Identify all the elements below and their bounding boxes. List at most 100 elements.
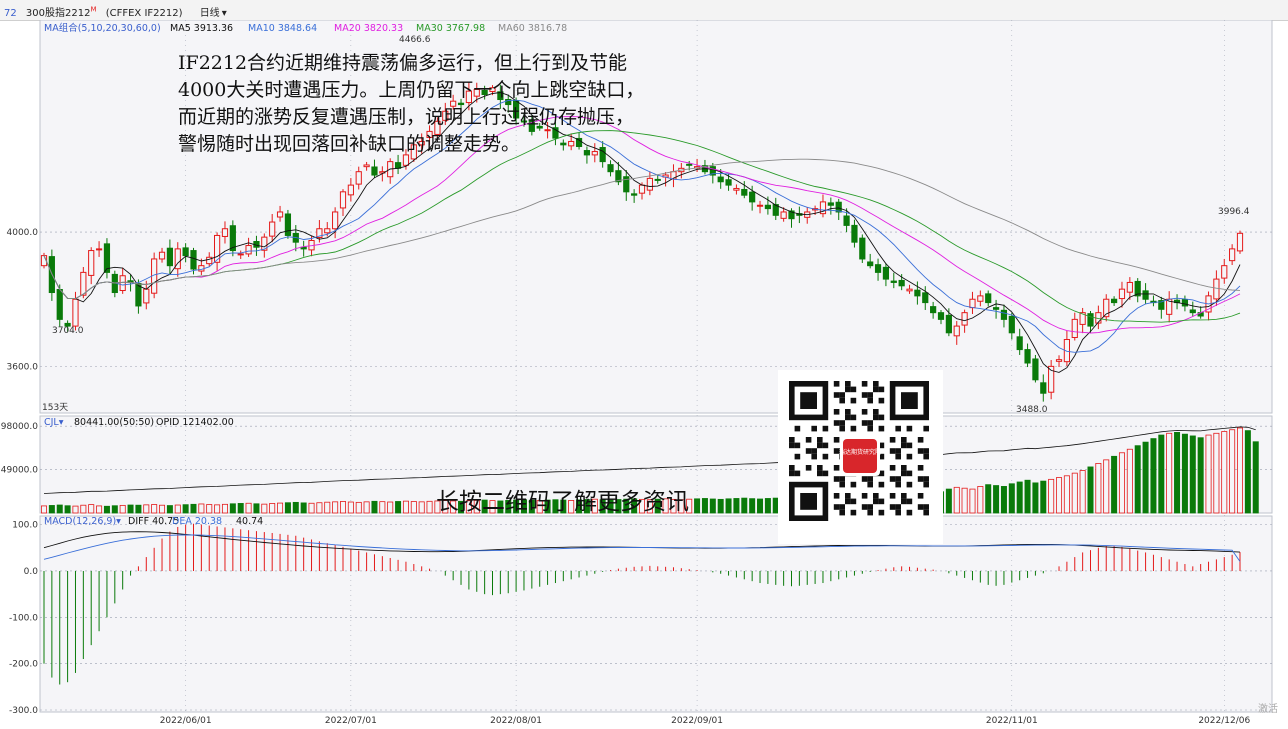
volume-bar <box>701 498 708 514</box>
qr-call-to-action: 长按二维码了解更多资讯 <box>436 489 689 515</box>
volume-bar <box>1000 486 1007 514</box>
candle-body <box>867 261 874 267</box>
candle-body <box>1016 336 1023 351</box>
ma20-label: MA20 3820.33 <box>334 23 403 34</box>
candle-body <box>725 179 732 186</box>
candle-body <box>269 221 276 237</box>
volume-value: 80441.00(50:50) <box>74 417 154 428</box>
candle-body <box>245 245 252 255</box>
volume-bar <box>1040 480 1047 514</box>
ma-legend-title[interactable]: MA组合(5,10,20,30,60,0) <box>44 22 161 34</box>
candle-body <box>874 264 882 273</box>
candle-body <box>749 191 756 203</box>
date-tick-label: 2022/09/01 <box>671 716 723 726</box>
volume-bar <box>1095 462 1102 514</box>
volume-bar <box>993 485 1000 514</box>
contract-marker: M <box>90 6 97 14</box>
candle-body <box>347 184 354 196</box>
volume-bar <box>198 503 205 514</box>
volume-bar <box>347 501 354 514</box>
contract-name[interactable]: 300股指2212M <box>25 6 97 20</box>
candle-body <box>221 228 229 237</box>
volume-bar <box>151 504 158 514</box>
volume-bar <box>1197 437 1204 514</box>
volume-bar <box>221 503 228 514</box>
macd-tick-label: -100.0 <box>9 613 38 623</box>
candle-body <box>607 164 614 173</box>
candle-body <box>985 293 992 304</box>
exchange-code: (CFFEX IF2212) <box>105 8 183 20</box>
candle-body <box>1189 309 1196 314</box>
candle-body <box>1087 313 1094 327</box>
volume-bar <box>1008 483 1015 514</box>
candle-body <box>355 171 362 185</box>
candle-body <box>72 298 79 327</box>
candle-body <box>1032 358 1039 381</box>
volume-bar <box>395 501 402 514</box>
candle-body <box>1000 309 1008 320</box>
volume-bar <box>1181 433 1188 514</box>
candle-body <box>95 248 103 251</box>
candle-body <box>638 184 646 194</box>
volume-bar <box>418 501 425 514</box>
ma5-label: MA5 3913.36 <box>170 23 233 34</box>
volume-bar <box>741 497 748 514</box>
volume-bar <box>1252 441 1259 514</box>
volume-bar <box>1142 441 1149 514</box>
volume-bar <box>1126 448 1133 514</box>
candle-body <box>914 289 921 297</box>
chart-title-bar: 72 300股指2212M (CFFEX IF2212) 日线 ▾ <box>0 0 1288 21</box>
volume-bar <box>300 502 307 514</box>
volume-bar <box>174 504 181 514</box>
candle-body <box>143 288 150 304</box>
volume-bar <box>1118 452 1125 514</box>
open-interest-value: OPID 121402.00 <box>156 417 234 428</box>
volume-bar <box>1032 482 1039 514</box>
qr-badge-text: 瑞达期货研究院 <box>839 448 881 456</box>
candle-body <box>182 247 189 257</box>
candle-body <box>686 163 693 166</box>
macd-value: 40.74 <box>236 516 263 527</box>
period-selector[interactable]: 日线 ▾ <box>200 8 227 19</box>
candle-body <box>1236 232 1244 252</box>
analysis-commentary: IF2212合约近期维持震荡偏多运行，但上行到及节能 4000大关时遭遇压力。上… <box>178 50 758 158</box>
candle-body <box>906 288 913 292</box>
volume-bar <box>1134 445 1141 514</box>
chevron-down-icon: ▾ <box>221 8 227 20</box>
volume-bar <box>56 504 63 514</box>
candle-body <box>898 279 905 287</box>
volume-bar <box>1071 472 1078 514</box>
qr-code-icon: 瑞达期货研究院 <box>789 381 929 521</box>
candle-body <box>937 312 945 320</box>
candle-body <box>1213 278 1220 300</box>
volume-bar <box>1087 466 1094 514</box>
volume-bar <box>953 486 960 514</box>
candle-body <box>969 298 976 309</box>
volume-bar <box>1244 430 1251 514</box>
volume-bar <box>261 503 268 514</box>
candle-body <box>882 266 890 280</box>
candle-body <box>890 280 897 283</box>
candle-body <box>1126 281 1133 293</box>
volume-bar <box>961 487 968 514</box>
price-tick-label: 3600.0 <box>7 362 39 372</box>
volume-bar <box>332 501 339 514</box>
candle-body <box>741 188 748 196</box>
dea-value: DEA 20.38 <box>172 516 222 527</box>
macd-legend-title[interactable]: MACD(12,26,9)▾ <box>44 516 121 527</box>
candle-body <box>1118 288 1126 300</box>
macd-tick-label: -300.0 <box>9 706 38 716</box>
volume-bar <box>1229 429 1236 514</box>
candle-body <box>843 215 850 226</box>
volume-bar <box>135 504 142 514</box>
contract-name-text: 300股指2212 <box>25 8 91 20</box>
candle-body <box>756 204 764 207</box>
commentary-line: IF2212合约近期维持震荡偏多运行，但上行到及节能 <box>178 52 628 74</box>
candle-body <box>961 312 968 326</box>
candle-body <box>780 211 787 219</box>
volume-legend-title[interactable]: CJL▾ <box>44 417 64 428</box>
qr-code[interactable]: 瑞达期货研究院 <box>778 370 943 544</box>
volume-bar <box>143 504 150 514</box>
volume-bar <box>308 502 315 514</box>
date-tick-label: 2022/07/01 <box>325 716 377 726</box>
